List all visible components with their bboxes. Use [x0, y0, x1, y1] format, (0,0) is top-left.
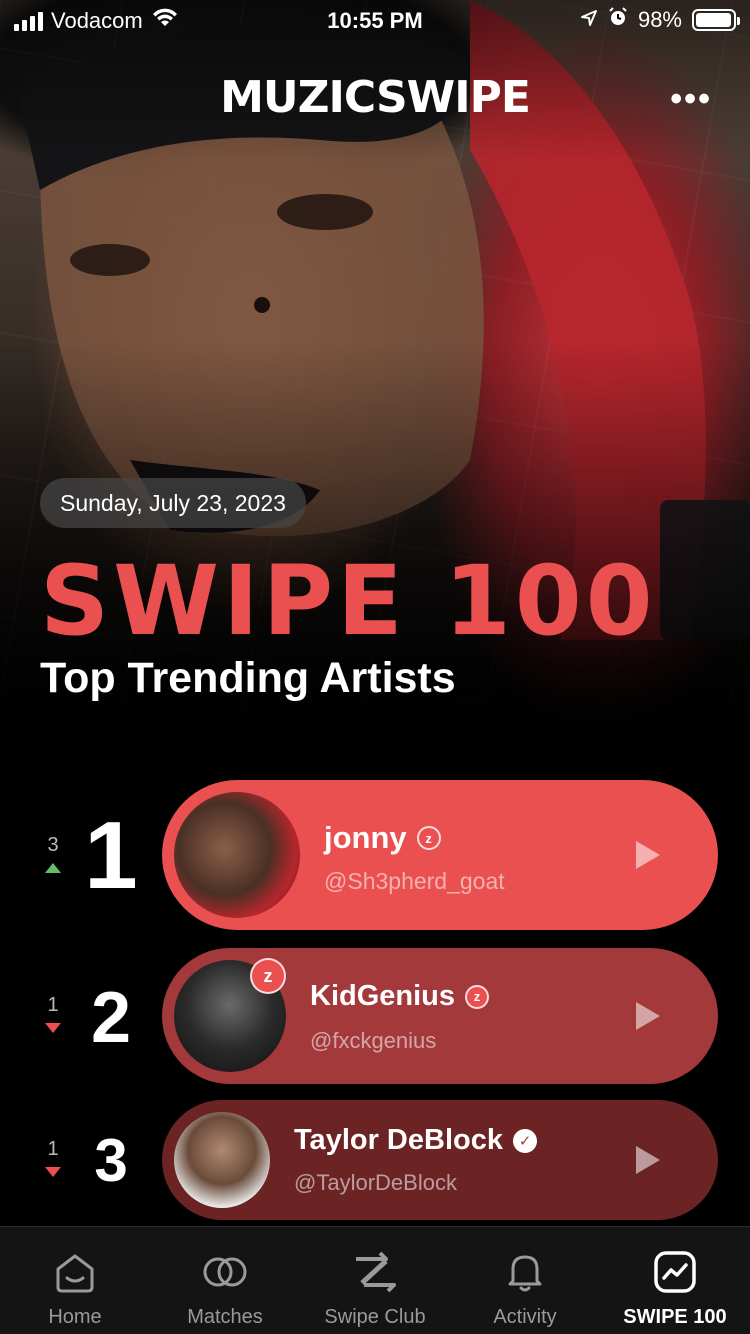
chart-row[interactable]: 3 1 jonny z @Sh3pherd_goat	[0, 780, 750, 930]
tab-label: Home	[48, 1306, 102, 1328]
battery-icon	[692, 9, 740, 31]
alarm-icon	[608, 7, 628, 33]
page-title: SWIPE 100	[40, 545, 657, 657]
rank-number: 3	[94, 1127, 128, 1194]
rank-number: 1	[84, 802, 138, 909]
trend-up-icon	[45, 863, 61, 873]
swipe-club-icon	[356, 1251, 396, 1293]
artist-handle: @fxckgenius	[310, 1028, 437, 1053]
rank-change: 1	[40, 1138, 66, 1177]
verified-badge-icon: ✓	[512, 1128, 537, 1153]
play-icon[interactable]	[636, 1146, 660, 1174]
tab-label: Swipe Club	[324, 1306, 426, 1328]
z-badge-icon: z	[465, 984, 490, 1009]
app-logo: MUZICSWIPE	[220, 72, 531, 123]
tab-label: Matches	[187, 1306, 263, 1328]
tab-matches[interactable]: Matches	[150, 1227, 300, 1334]
artist-name: Taylor DeBlock	[294, 1124, 503, 1156]
rank-change: 3	[40, 834, 66, 873]
bell-icon	[508, 1255, 542, 1292]
tab-bar: Home Matches Swipe Club Activity SWIPE 1…	[0, 1226, 750, 1334]
artist-handle: @TaylorDeBlock	[294, 1170, 457, 1195]
more-options-icon[interactable]: •••	[670, 80, 712, 119]
artist-card[interactable]: z KidGenius z @fxckgenius	[162, 948, 718, 1084]
chart-row[interactable]: 1 2 z KidGenius z @fxckgenius	[0, 948, 750, 1084]
z-badge-icon: z	[416, 826, 441, 850]
tab-label: SWIPE 100	[623, 1306, 727, 1328]
artist-name: jonny	[324, 820, 407, 855]
trend-down-icon	[45, 1167, 61, 1177]
chart-row[interactable]: 1 3 Taylor DeBlock ✓ @TaylorDeBlock	[0, 1100, 750, 1220]
artist-name: KidGenius	[310, 980, 456, 1012]
tab-label: Activity	[493, 1306, 557, 1328]
status-bar: Vodacom 10:55 PM 98%	[0, 0, 750, 40]
rank-change: 1	[40, 994, 66, 1033]
tab-swipe-club[interactable]: Swipe Club	[300, 1227, 450, 1334]
rank-number: 2	[90, 978, 132, 1058]
page-subtitle: Top Trending Artists	[40, 654, 456, 702]
tab-home[interactable]: Home	[0, 1227, 150, 1334]
tab-swipe-100[interactable]: SWIPE 100	[600, 1227, 750, 1334]
matches-icon	[203, 1257, 247, 1287]
home-icon	[56, 1254, 94, 1293]
tab-activity[interactable]: Activity	[450, 1227, 600, 1334]
artist-card[interactable]: jonny z @Sh3pherd_goat	[162, 780, 718, 930]
trend-down-icon	[45, 1023, 61, 1033]
artist-avatar[interactable]	[174, 1112, 270, 1208]
artist-avatar[interactable]	[174, 792, 300, 918]
chart-date: Sunday, July 23, 2023	[40, 478, 306, 528]
battery-percent: 98%	[637, 7, 682, 32]
play-icon[interactable]	[636, 841, 660, 869]
chart-icon	[654, 1251, 696, 1293]
artist-handle: @Sh3pherd_goat	[324, 868, 505, 894]
z-badge-icon: z	[250, 958, 286, 994]
play-icon[interactable]	[636, 1002, 660, 1030]
location-icon	[580, 7, 598, 33]
artist-card[interactable]: Taylor DeBlock ✓ @TaylorDeBlock	[162, 1100, 718, 1220]
